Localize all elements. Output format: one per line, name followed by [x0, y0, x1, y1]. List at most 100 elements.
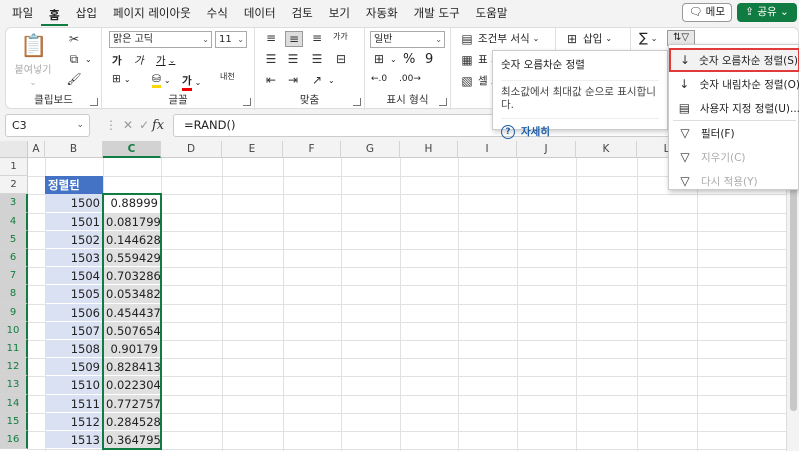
cell-b[interactable]: 1511 [45, 394, 103, 412]
cell-b[interactable]: 1500 [45, 194, 103, 212]
wrap-text-icon[interactable]: 가가 [333, 31, 348, 42]
insert-function-icon[interactable]: fx [152, 114, 164, 137]
row-header-1[interactable]: 1 [0, 158, 28, 177]
menu-item-5[interactable]: ▽ 다시 적용(Y) [669, 169, 799, 193]
align-center-icon[interactable]: ☰ [285, 52, 301, 66]
column-header-A[interactable]: A [28, 141, 45, 158]
scrollbar-thumb[interactable] [790, 161, 797, 411]
select-all-corner[interactable] [0, 141, 28, 158]
row-header-14[interactable]: 14 [0, 394, 28, 413]
number-launcher[interactable] [439, 98, 447, 106]
paste-button[interactable]: 📋 붙여넣기 ⌄ [12, 34, 54, 87]
column-header-J[interactable]: J [517, 141, 576, 158]
cell-c[interactable]: 0.454437 [103, 303, 161, 321]
menu-item-3[interactable]: ▽ 필터(F) [669, 121, 799, 145]
format-painter-icon[interactable]: 🖌 [66, 72, 82, 86]
copy-icon[interactable]: ⧉ ⌄ [66, 52, 92, 67]
increase-indent-icon[interactable]: ⇥ [285, 73, 301, 87]
underline-button[interactable]: 가 ⌄ [156, 53, 175, 68]
font-launcher[interactable] [243, 98, 251, 106]
cell-b[interactable]: 1506 [45, 303, 103, 321]
row-header-16[interactable]: 16 [0, 431, 28, 450]
row-header-5[interactable]: 5 [0, 230, 28, 249]
row-header-13[interactable]: 13 [0, 376, 28, 395]
cell-c[interactable]: 0.559429 [103, 249, 161, 267]
font-size-combo[interactable]: 11 ⌄ [215, 31, 247, 48]
row-header-3[interactable]: 3 [0, 194, 28, 213]
font-color-icon[interactable]: 가 ⌄ [182, 73, 201, 91]
column-header-F[interactable]: F [283, 141, 341, 158]
cell-b[interactable]: 1509 [45, 358, 103, 376]
row-header-7[interactable]: 7 [0, 267, 28, 286]
tab-9[interactable]: 개발 도구 [406, 0, 468, 26]
accounting-icon[interactable]: ⊞ ⌄ [371, 52, 397, 66]
tab-10[interactable]: 도움말 [468, 0, 516, 26]
orientation-icon[interactable]: ↗ ⌄ [309, 73, 335, 87]
phonetic-icon[interactable]: 내천 [220, 71, 235, 82]
row-header-4[interactable]: 4 [0, 212, 28, 231]
comma-icon[interactable]: 9 [425, 52, 433, 67]
cell-c[interactable]: 0.284528 [103, 412, 161, 430]
percent-icon[interactable]: % [403, 52, 415, 67]
row-header-12[interactable]: 12 [0, 358, 28, 377]
cell-c[interactable]: 0.703286 [103, 267, 161, 285]
align-right-icon[interactable]: ☰ [309, 52, 325, 66]
cell-b[interactable]: 1508 [45, 340, 103, 358]
cell-c[interactable]: 0.022304 [103, 376, 161, 394]
align-top-icon[interactable]: ≡ [263, 31, 279, 45]
cell-c[interactable]: 0.364795 [103, 431, 161, 449]
font-name-combo[interactable]: 맑은 고딕 ⌄ [109, 31, 212, 48]
clipboard-launcher[interactable] [90, 98, 98, 106]
tab-7[interactable]: 보기 [321, 0, 358, 26]
table-header-cell[interactable]: 정렬된 [45, 176, 103, 195]
cell-b[interactable]: 1504 [45, 267, 103, 285]
menu-item-2[interactable]: ▤ 사용자 지정 정렬(U)... [669, 96, 799, 120]
merge-center-icon[interactable]: ⊟ [333, 52, 349, 66]
cell-c[interactable]: 0.90179 [103, 340, 161, 358]
align-bottom-icon[interactable]: ≡ [309, 31, 325, 45]
cell-b[interactable]: 1512 [45, 412, 103, 430]
row-header-15[interactable]: 15 [0, 412, 28, 431]
cell-b[interactable]: 1513 [45, 431, 103, 449]
row-header-11[interactable]: 11 [0, 340, 28, 359]
align-left-icon[interactable]: ☰ [263, 52, 279, 66]
tab-3[interactable]: 페이지 레이아웃 [105, 0, 199, 26]
cell-b[interactable]: 1501 [45, 212, 103, 230]
row-header-9[interactable]: 9 [0, 303, 28, 322]
tab-1[interactable]: 홈 [41, 4, 68, 26]
tab-2[interactable]: 삽입 [68, 0, 105, 26]
column-header-D[interactable]: D [161, 141, 222, 158]
cell-b[interactable]: 1503 [45, 249, 103, 267]
menu-item-0[interactable]: ↓ 숫자 오름차순 정렬(S) [669, 48, 799, 72]
name-box[interactable]: C3 ⌄ [5, 114, 90, 137]
column-header-I[interactable]: I [458, 141, 517, 158]
cell-c[interactable]: 0.88999 [103, 194, 161, 212]
cell-b[interactable]: 1505 [45, 285, 103, 303]
share-button[interactable]: ⇪ 공유 ⌄ [737, 3, 797, 22]
cancel-icon[interactable]: ✕ [123, 118, 139, 132]
row-header-8[interactable]: 8 [0, 285, 28, 304]
fill-color-icon[interactable]: ⛁ ⌄ [152, 73, 171, 88]
cut-icon[interactable]: ✂ [66, 32, 82, 46]
decrease-decimal-icon[interactable]: .00→ [399, 74, 421, 84]
row-header-10[interactable]: 10 [0, 321, 28, 340]
column-header-B[interactable]: B [45, 141, 103, 158]
cell-c[interactable]: 0.053482 [103, 285, 161, 303]
autosum-icon[interactable]: ∑ ⌄ [639, 31, 657, 46]
number-format-combo[interactable]: 일반 ⌄ [370, 31, 445, 48]
cell-b[interactable]: 1507 [45, 321, 103, 339]
cell-c[interactable]: 0.144628 [103, 230, 161, 248]
tooltip-more-link[interactable]: ? 자세히 [501, 118, 659, 139]
cell-c[interactable]: 0.772757 [103, 394, 161, 412]
memo-button[interactable]: 🗨 메모 [682, 3, 732, 22]
cell-c[interactable]: 0.507654 [103, 321, 161, 339]
row-header-2[interactable]: 2 [0, 176, 28, 195]
bold-button[interactable]: 가 [112, 53, 122, 68]
alignment-launcher[interactable] [353, 98, 361, 106]
increase-decimal-icon[interactable]: ←.0 [371, 74, 387, 84]
insert-cells-button[interactable]: ⊞ 삽입 ⌄ [564, 31, 612, 46]
cell-b[interactable]: 1502 [45, 230, 103, 248]
conditional-format-button[interactable]: ▤ 조건부 서식 ⌄ [459, 31, 539, 46]
align-middle-icon[interactable]: ≡ [285, 31, 303, 47]
borders-icon[interactable]: ⊞ ⌄ [112, 73, 131, 85]
